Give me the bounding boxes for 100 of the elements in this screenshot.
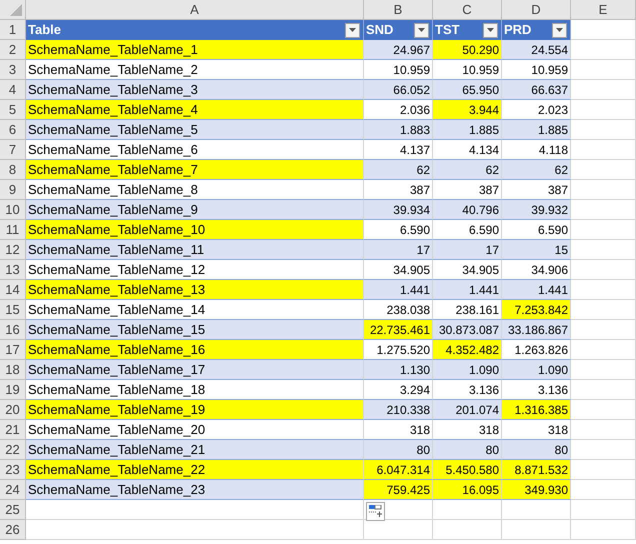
table-cell: SchemaName_TableName_12 <box>26 260 364 280</box>
row-number[interactable]: 22 <box>0 440 26 460</box>
table-cell: 1.275.520 <box>364 340 433 360</box>
table-cell: 759.425 <box>364 480 433 500</box>
row-number[interactable]: 17 <box>0 340 26 360</box>
table-cell: 1.316.385 <box>502 400 571 420</box>
table-cell: 65.950 <box>433 80 502 100</box>
table-cell: 210.338 <box>364 400 433 420</box>
row-number[interactable]: 7 <box>0 140 26 160</box>
table-cell: 66.052 <box>364 80 433 100</box>
table-cell: 62 <box>502 160 571 180</box>
table-cell: 80 <box>364 440 433 460</box>
column-header[interactable]: E <box>571 0 636 20</box>
row-number[interactable]: 13 <box>0 260 26 280</box>
column-header[interactable]: C <box>433 0 502 20</box>
table-cell: 39.934 <box>364 200 433 220</box>
table-cell: SchemaName_TableName_20 <box>26 420 364 440</box>
table-cell: 318 <box>433 420 502 440</box>
table-cell: SchemaName_TableName_17 <box>26 360 364 380</box>
row-number[interactable]: 20 <box>0 400 26 420</box>
row-number[interactable]: 16 <box>0 320 26 340</box>
table-cell: 80 <box>433 440 502 460</box>
table-cell: SchemaName_TableName_9 <box>26 200 364 220</box>
table-cell: 4.134 <box>433 140 502 160</box>
row-number[interactable]: 6 <box>0 120 26 140</box>
empty-cell <box>433 500 502 520</box>
caret-icon <box>349 28 356 32</box>
row-number[interactable]: 24 <box>0 480 26 500</box>
row-number[interactable]: 8 <box>0 160 26 180</box>
table-cell: 349.930 <box>502 480 571 500</box>
row-number[interactable]: 26 <box>0 520 26 540</box>
table-cell: 22.735.461 <box>364 320 433 340</box>
table-cell: 4.118 <box>502 140 571 160</box>
table-cell: 201.074 <box>433 400 502 420</box>
table-cell: 24.554 <box>502 40 571 60</box>
table-cell: 7.253.842 <box>502 300 571 320</box>
row-number[interactable]: 23 <box>0 460 26 480</box>
table-cell: 17 <box>433 240 502 260</box>
table-cell: 1.090 <box>433 360 502 380</box>
row-number[interactable]: 1 <box>0 20 26 40</box>
table-cell: SchemaName_TableName_23 <box>26 480 364 500</box>
row-number[interactable]: 21 <box>0 420 26 440</box>
table-cell: SchemaName_TableName_18 <box>26 380 364 400</box>
column-header[interactable]: B <box>364 0 433 20</box>
table-cell: 238.038 <box>364 300 433 320</box>
table-cell: SchemaName_TableName_19 <box>26 400 364 420</box>
table-cell: SchemaName_TableName_22 <box>26 460 364 480</box>
table-cell: 318 <box>364 420 433 440</box>
table-cell: 5.450.580 <box>433 460 502 480</box>
row-number[interactable]: 9 <box>0 180 26 200</box>
column-header[interactable]: D <box>502 0 571 20</box>
table-cell: 8.871.532 <box>502 460 571 480</box>
table-cell: 15 <box>502 240 571 260</box>
table-cell: 1.885 <box>502 120 571 140</box>
table-cell: SchemaName_TableName_8 <box>26 180 364 200</box>
table-cell: 10.959 <box>433 60 502 80</box>
table-cell: 4.352.482 <box>433 340 502 360</box>
table-cell: 387 <box>364 180 433 200</box>
table-cell: 238.161 <box>433 300 502 320</box>
row-number[interactable]: 10 <box>0 200 26 220</box>
table-cell: 50.290 <box>433 40 502 60</box>
filter-button[interactable] <box>414 22 429 38</box>
table-cell: SchemaName_TableName_21 <box>26 440 364 460</box>
column-header[interactable]: A <box>26 0 364 20</box>
table-cell: SchemaName_TableName_11 <box>26 240 364 260</box>
table-plus-icon <box>369 505 382 518</box>
table-cell: 33.186.867 <box>502 320 571 340</box>
table-cell: 34.905 <box>433 260 502 280</box>
filter-button[interactable] <box>552 22 567 38</box>
table-cell: 10.959 <box>364 60 433 80</box>
table-cell: 3.294 <box>364 380 433 400</box>
row-number[interactable]: 25 <box>0 500 26 520</box>
caret-icon <box>418 28 425 32</box>
table-cell: 1.263.826 <box>502 340 571 360</box>
empty-cell <box>571 500 636 520</box>
row-number[interactable]: 14 <box>0 280 26 300</box>
corner-triangle-icon <box>10 4 22 16</box>
table-cell: SchemaName_TableName_15 <box>26 320 364 340</box>
row-number[interactable]: 4 <box>0 80 26 100</box>
empty-cell <box>502 500 571 520</box>
table-cell: 17 <box>364 240 433 260</box>
row-number[interactable]: 18 <box>0 360 26 380</box>
quick-analysis-button[interactable] <box>366 502 385 521</box>
caret-icon <box>556 28 563 32</box>
row-number[interactable]: 11 <box>0 220 26 240</box>
empty-cell <box>571 520 636 540</box>
column-title: SND <box>366 21 394 40</box>
table-cell: 1.130 <box>364 360 433 380</box>
row-number[interactable]: 12 <box>0 240 26 260</box>
row-number[interactable]: 2 <box>0 40 26 60</box>
filter-button[interactable] <box>345 22 360 38</box>
row-number[interactable]: 19 <box>0 380 26 400</box>
table-cell: 40.796 <box>433 200 502 220</box>
row-number[interactable]: 3 <box>0 60 26 80</box>
table-cell: 30.873.087 <box>433 320 502 340</box>
filter-button[interactable] <box>483 22 498 38</box>
table-cell: 34.906 <box>502 260 571 280</box>
table-cell: 387 <box>502 180 571 200</box>
row-number[interactable]: 5 <box>0 100 26 120</box>
row-number[interactable]: 15 <box>0 300 26 320</box>
